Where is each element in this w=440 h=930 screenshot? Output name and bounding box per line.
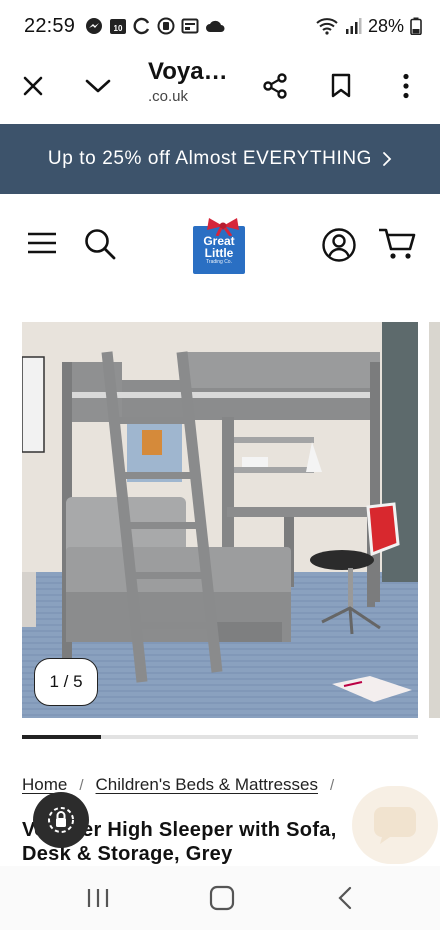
cloud-icon: [205, 18, 225, 34]
more-options-button[interactable]: [388, 68, 424, 104]
site-header: Great Little Trading Co.: [0, 194, 440, 294]
breadcrumb-separator: /: [329, 776, 335, 794]
back-button[interactable]: [325, 882, 365, 914]
recent-apps-button[interactable]: [78, 882, 118, 914]
hamburger-menu-icon: [28, 232, 56, 254]
breadcrumb-childrens-beds[interactable]: Children's Beds & Mattresses: [96, 775, 318, 795]
page-title: Voya…: [148, 58, 228, 85]
logo-line2: Little: [204, 245, 234, 260]
screen-icon: [181, 17, 199, 35]
share-icon: [263, 73, 287, 99]
promo-banner[interactable]: Up to 25% off Almost EVERYTHING: [0, 124, 440, 194]
menu-button[interactable]: [26, 228, 58, 258]
search-icon: [85, 229, 116, 260]
close-icon: [23, 76, 43, 96]
share-button[interactable]: [257, 68, 293, 104]
page-url: .co.uk: [148, 88, 189, 105]
browser-toolbar: Voya… .co.uk: [0, 52, 440, 124]
chat-button[interactable]: [352, 786, 438, 864]
logo-bow-icon: [207, 218, 239, 236]
chevron-down-icon: [85, 79, 111, 93]
home-button[interactable]: [202, 882, 242, 914]
accessibility-button[interactable]: [33, 792, 89, 848]
status-bar: 22:59 10 28%: [0, 0, 440, 52]
accessibility-icon: [48, 807, 74, 833]
image-counter: 1 / 5: [34, 658, 98, 706]
chat-icon: [374, 807, 416, 844]
page-title-area[interactable]: Voya… .co.uk: [148, 58, 240, 105]
logo-line3: Trading Co.: [206, 258, 232, 265]
battery-percent: 28%: [367, 15, 404, 36]
site-logo[interactable]: Great Little Trading Co.: [193, 218, 245, 274]
search-button[interactable]: [82, 226, 118, 262]
status-time: 22:59: [24, 14, 76, 37]
status-right: 28%: [316, 16, 422, 37]
battery-icon: [410, 17, 422, 35]
android-navigation-bar: [0, 866, 440, 930]
sync-icon: [133, 17, 151, 35]
gallery-progress-fill: [22, 735, 102, 739]
wifi-icon: [316, 17, 338, 35]
back-icon: [338, 886, 352, 910]
next-image-peek[interactable]: [429, 322, 440, 718]
account-button[interactable]: [320, 226, 358, 264]
breadcrumb-separator: /: [79, 776, 84, 794]
messenger-icon: [85, 17, 103, 35]
home-icon: [209, 885, 235, 911]
account-icon: [322, 228, 356, 262]
recent-apps-icon: [87, 889, 109, 907]
cart-button[interactable]: [376, 226, 418, 262]
collapse-button[interactable]: [80, 68, 116, 104]
calendar-day: 10: [114, 24, 123, 33]
signal-icon: [344, 17, 362, 35]
promo-text: Up to 25% off Almost EVERYTHING: [47, 148, 373, 169]
data-saver-icon: [157, 17, 175, 35]
gallery-progress: [22, 735, 418, 739]
close-tab-button[interactable]: [15, 68, 51, 104]
bookmark-button[interactable]: [323, 68, 359, 104]
status-left-icons: 10: [85, 17, 225, 35]
chevron-right-icon: [382, 151, 392, 167]
cart-icon: [379, 228, 416, 259]
logo-line1: Great: [203, 233, 235, 248]
more-vertical-icon: [403, 73, 409, 99]
calendar-icon: 10: [109, 17, 127, 35]
bookmark-icon: [331, 73, 351, 98]
